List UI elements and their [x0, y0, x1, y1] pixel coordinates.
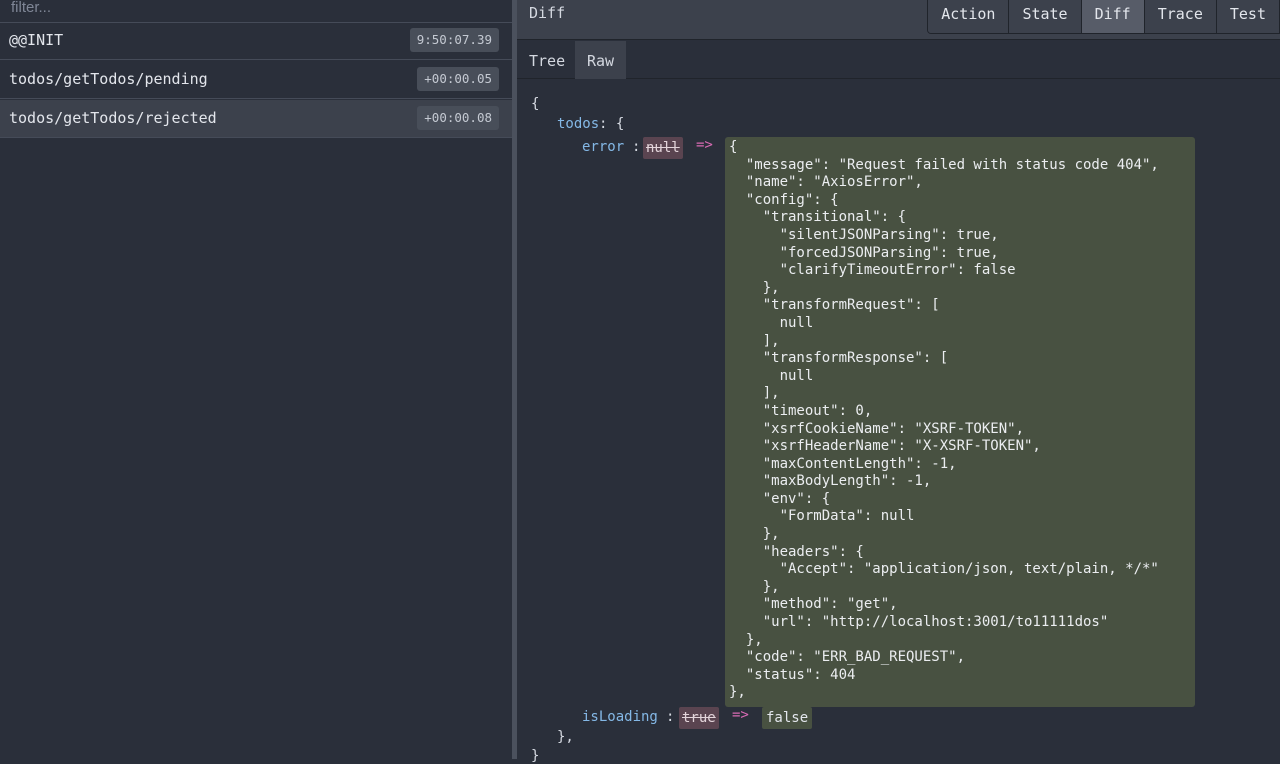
- filter-input[interactable]: [9, 0, 503, 20]
- action-name: todos/getTodos/rejected: [9, 109, 217, 127]
- action-timestamp: +00:00.05: [417, 67, 499, 91]
- error-key: error: [582, 139, 625, 155]
- monitor-tabs: Action State Diff Trace Test: [927, 0, 1280, 34]
- action-list-panel: @@INIT 9:50:07.39 todos/getTodos/pending…: [0, 0, 512, 759]
- filter-bar: [0, 0, 512, 23]
- tab-state[interactable]: State: [1008, 0, 1081, 33]
- todos-open: : {: [599, 116, 625, 132]
- isloading-colon: :: [666, 709, 675, 725]
- error-new-value: { "message": "Request failed with status…: [725, 137, 1195, 707]
- tab-diff[interactable]: Diff: [1080, 0, 1144, 33]
- tab-raw[interactable]: Raw: [575, 41, 627, 79]
- tab-tree[interactable]: Tree: [517, 41, 577, 79]
- action-name: @@INIT: [9, 31, 64, 49]
- isloading-old-value: true: [679, 707, 719, 729]
- monitor-header: Diff Action State Diff Trace Test: [517, 0, 1280, 40]
- root-close-brace: }: [531, 748, 540, 764]
- diff-view: { todos : { error : null => { "message":…: [517, 80, 1280, 764]
- action-item-pending[interactable]: todos/getTodos/pending +00:00.05: [0, 61, 512, 99]
- action-timestamp: 9:50:07.39: [409, 28, 499, 52]
- error-colon: :: [632, 139, 641, 155]
- action-item-rejected[interactable]: todos/getTodos/rejected +00:00.08: [0, 100, 512, 138]
- action-name: todos/getTodos/pending: [9, 70, 208, 88]
- inspector-panel: Diff Action State Diff Trace Test Tree R…: [517, 0, 1280, 764]
- error-json: { "message": "Request failed with status…: [729, 139, 1159, 701]
- isloading-key: isLoading: [582, 709, 658, 725]
- todos-close: },: [557, 729, 574, 745]
- action-item-init[interactable]: @@INIT 9:50:07.39: [0, 22, 512, 60]
- tab-test[interactable]: Test: [1215, 0, 1279, 33]
- root-open-brace: {: [531, 96, 540, 112]
- tab-trace[interactable]: Trace: [1143, 0, 1216, 33]
- monitor-title: Diff: [529, 4, 566, 22]
- action-timestamp: +00:00.08: [417, 106, 499, 130]
- error-old-value: null: [643, 137, 683, 159]
- isloading-new-value: false: [762, 707, 813, 729]
- error-diff-arrow: =>: [696, 137, 713, 153]
- view-tabs: Tree Raw: [517, 41, 1280, 79]
- todos-key: todos: [557, 116, 600, 132]
- isloading-diff-arrow: =>: [732, 707, 749, 723]
- tab-action[interactable]: Action: [928, 0, 1009, 33]
